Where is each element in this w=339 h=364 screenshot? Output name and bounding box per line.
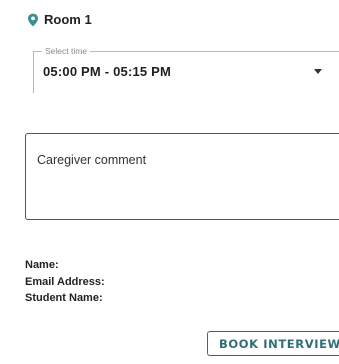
- room-label: Room 1: [44, 12, 92, 27]
- time-select-legend: Select time: [42, 44, 91, 58]
- book-interview-button[interactable]: BOOK INTERVIEW: [207, 331, 339, 356]
- name-label: Name:: [25, 259, 59, 271]
- caregiver-comment-placeholder: Caregiver comment: [37, 153, 147, 167]
- caregiver-comment-field[interactable]: Caregiver comment: [25, 133, 339, 220]
- student-name-label: Student Name:: [25, 292, 103, 304]
- time-select[interactable]: Select time 05:00 PM - 05:15 PM: [33, 44, 339, 93]
- email-address-label: Email Address:: [25, 275, 105, 288]
- book-interview-label: BOOK INTERVIEW: [219, 337, 339, 351]
- dropdown-arrow-icon[interactable]: [314, 69, 322, 74]
- booking-page: Room 1 Select time 05:00 PM - 05:15 PM C…: [0, 0, 339, 364]
- location-pin-icon: [27, 13, 39, 27]
- time-select-value: 05:00 PM - 05:15 PM: [43, 64, 172, 79]
- room-heading: Room 1: [27, 12, 92, 27]
- booking-info: Name: Email Address: Student Name:: [25, 257, 105, 307]
